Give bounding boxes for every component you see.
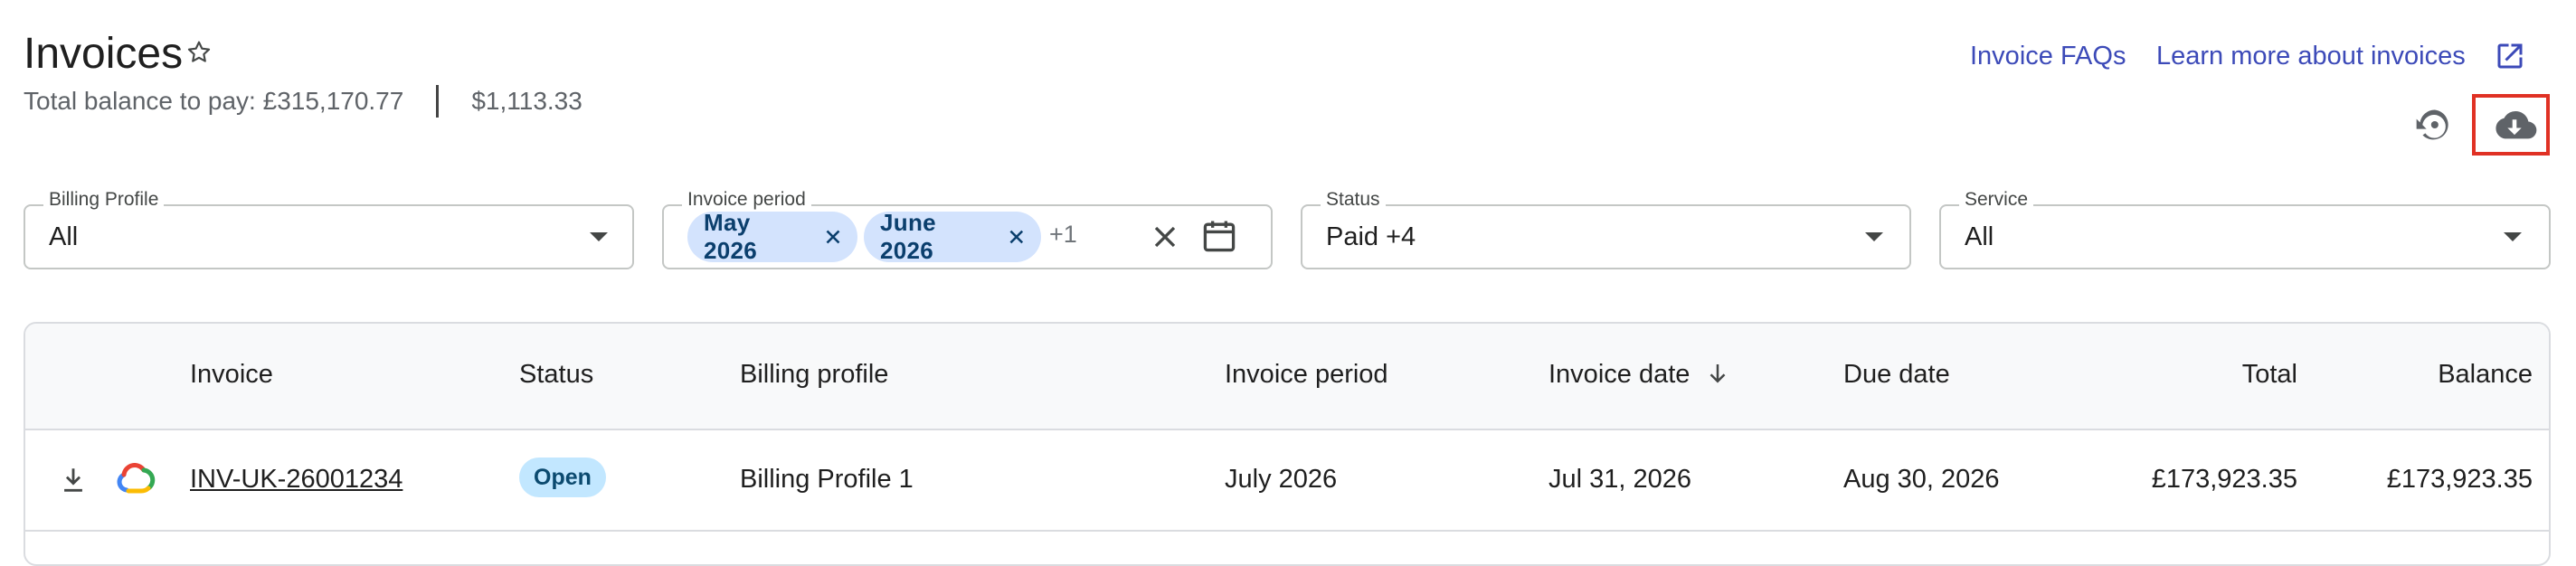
dropdown-arrow-icon[interactable] — [1865, 232, 1883, 241]
table-header: Invoice Status Billing profile Invoice p… — [25, 324, 2549, 430]
invoice-period-cell: July 2026 — [1225, 465, 1338, 494]
column-header-balance[interactable]: Balance — [2438, 358, 2533, 391]
total-cell: £173,923.35 — [2151, 465, 2297, 494]
invoice-date-cell: Jul 31, 2026 — [1548, 465, 1692, 494]
close-icon[interactable] — [1147, 219, 1183, 255]
billing-profile-cell: Billing Profile 1 — [740, 465, 914, 494]
status-label: Status — [1321, 188, 1386, 212]
invoices-table: Invoice Status Billing profile Invoice p… — [24, 322, 2551, 566]
column-header-invoice[interactable]: Invoice — [190, 358, 273, 391]
due-date-cell: Aug 30, 2026 — [1843, 465, 2000, 494]
external-link-icon[interactable] — [2494, 40, 2526, 72]
invoice-number-link[interactable]: INV-UK-26001234 — [190, 463, 402, 495]
invoice-faqs-link[interactable]: Invoice FAQs — [1970, 38, 2126, 74]
table-row[interactable]: INV-UK-26001234 Open Billing Profile 1 J… — [25, 430, 2549, 532]
chip-label: June 2026 — [880, 209, 936, 264]
billing-profile-value: All — [49, 222, 79, 251]
column-header-status[interactable]: Status — [519, 358, 593, 391]
balance-summary: Total balance to pay: £315,170.77 $1,113… — [24, 83, 582, 119]
service-value: All — [1965, 222, 1994, 251]
balance-divider — [436, 85, 440, 118]
column-header-total[interactable]: Total — [2242, 358, 2297, 391]
usd-balance-text: $1,113.33 — [471, 87, 582, 115]
column-header-due-date[interactable]: Due date — [1843, 358, 1950, 391]
column-header-invoice-date[interactable]: Invoice date — [1548, 358, 1731, 391]
page-title: Invoices — [24, 30, 184, 78]
service-label: Service — [1959, 188, 2034, 212]
sort-arrow-down-icon[interactable] — [1704, 360, 1731, 387]
column-header-invoice-period[interactable]: Invoice period — [1225, 358, 1388, 391]
chip-label: May 2026 — [704, 209, 758, 264]
close-icon[interactable] — [1005, 225, 1028, 249]
invoice-date-label: Invoice date — [1548, 360, 1690, 389]
balance-cell: £173,923.35 — [2386, 465, 2533, 494]
close-icon[interactable] — [821, 225, 845, 249]
dropdown-arrow-icon[interactable] — [2504, 232, 2522, 241]
status-badge: Open — [519, 458, 606, 497]
chip-june-2026[interactable]: June 2026 — [864, 209, 1041, 264]
learn-more-link[interactable]: Learn more about invoices — [2156, 38, 2466, 74]
reset-icon[interactable] — [2413, 105, 2453, 145]
billing-profile-select[interactable] — [24, 204, 634, 269]
status-value: Paid +4 — [1326, 222, 1416, 251]
service-select[interactable] — [1939, 204, 2551, 269]
billing-profile-label: Billing Profile — [43, 188, 165, 212]
cloud-download-icon[interactable] — [2492, 105, 2537, 145]
download-icon[interactable] — [58, 465, 89, 495]
star-icon[interactable] — [185, 38, 213, 67]
total-balance-text: Total balance to pay: £315,170.77 — [24, 87, 404, 115]
google-cloud-logo — [117, 463, 156, 494]
dropdown-arrow-icon[interactable] — [590, 232, 608, 241]
column-header-billing-profile[interactable]: Billing profile — [740, 358, 888, 391]
calendar-icon[interactable] — [1199, 215, 1239, 257]
more-chips-count[interactable]: +1 — [1049, 221, 1077, 249]
chip-may-2026[interactable]: May 2026 — [687, 209, 857, 264]
